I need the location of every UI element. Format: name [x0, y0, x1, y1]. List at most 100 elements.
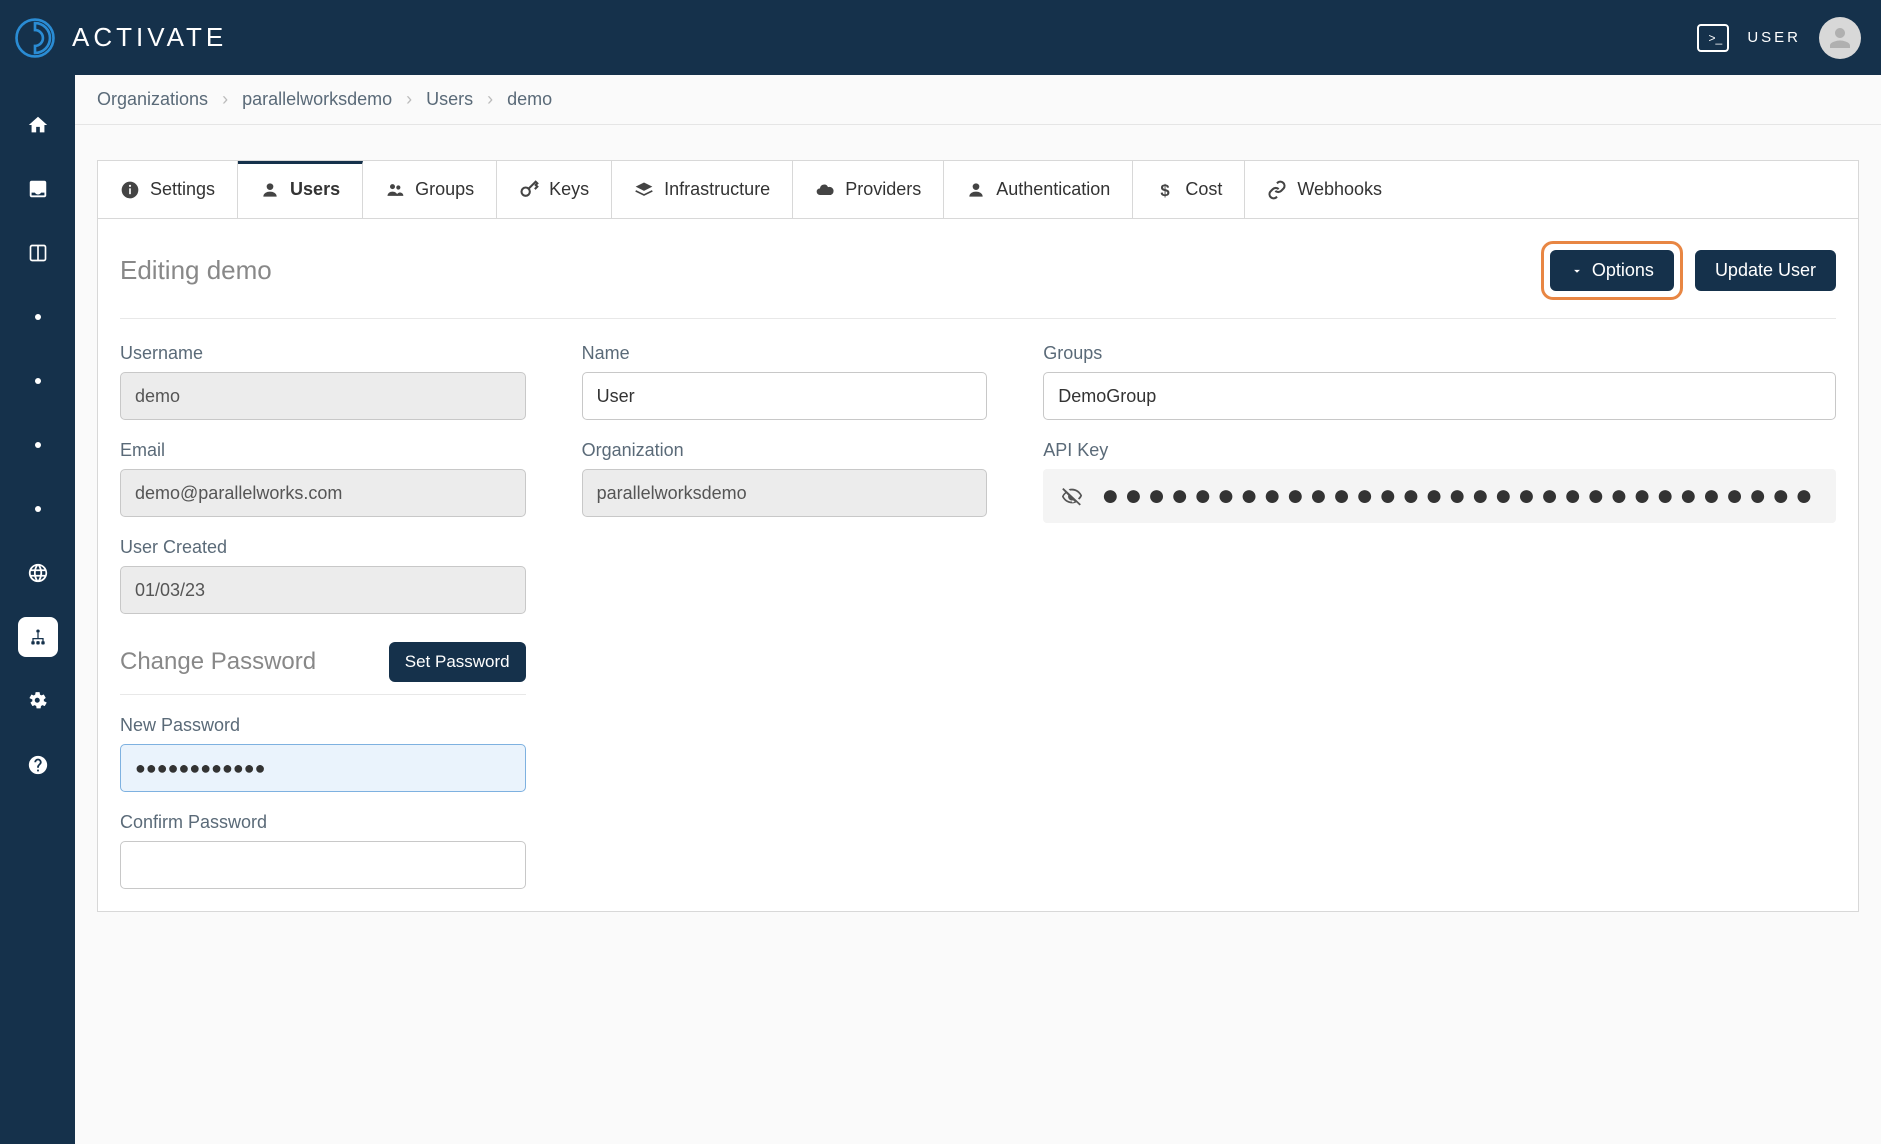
cloud-icon — [815, 180, 835, 200]
password-section-header: Change Password Set Password — [120, 642, 526, 695]
breadcrumb: Organizations › parallelworksdemo › User… — [75, 75, 1881, 125]
confirm-password-input[interactable] — [120, 841, 526, 889]
field-confirm-password: Confirm Password — [120, 812, 526, 889]
sidebar-inbox[interactable] — [18, 169, 58, 209]
field-email: Email — [120, 440, 526, 517]
tab-authentication[interactable]: Authentication — [944, 161, 1133, 218]
brand-logo-icon — [10, 13, 60, 63]
confirm-password-label: Confirm Password — [120, 812, 526, 833]
new-password-label: New Password — [120, 715, 526, 736]
form-col-3: Groups API Key ●●●●●●●●●●●●●●●●●●●●●●●●●… — [1043, 343, 1836, 889]
update-user-button[interactable]: Update User — [1695, 250, 1836, 291]
org-label: Organization — [582, 440, 988, 461]
email-label: Email — [120, 440, 526, 461]
tab-providers[interactable]: Providers — [793, 161, 944, 218]
chevron-down-icon — [1570, 264, 1584, 278]
breadcrumb-org-name[interactable]: parallelworksdemo — [242, 89, 392, 110]
tab-label: Authentication — [996, 179, 1110, 200]
auth-icon — [966, 180, 986, 200]
key-icon — [519, 180, 539, 200]
panel-header: Editing demo Options Update User — [120, 241, 1836, 319]
name-label: Name — [582, 343, 988, 364]
tab-label: Keys — [549, 179, 589, 200]
password-section-title: Change Password — [120, 648, 316, 676]
sidebar-panels[interactable] — [18, 233, 58, 273]
sidebar-home[interactable] — [18, 105, 58, 145]
options-button[interactable]: Options — [1550, 250, 1674, 291]
options-label: Options — [1592, 260, 1654, 281]
tab-bar: Settings Users Groups Keys Infrastructur… — [97, 160, 1859, 218]
user-avatar[interactable] — [1819, 17, 1861, 59]
tab-label: Settings — [150, 179, 215, 200]
tab-infrastructure[interactable]: Infrastructure — [612, 161, 793, 218]
sidebar-dot-1[interactable] — [18, 297, 58, 337]
tab-label: Groups — [415, 179, 474, 200]
breadcrumb-organizations[interactable]: Organizations — [97, 89, 208, 110]
tab-cost[interactable]: $ Cost — [1133, 161, 1245, 218]
sidebar-globe[interactable] — [18, 553, 58, 593]
created-input — [120, 566, 526, 614]
groups-input[interactable] — [1043, 372, 1836, 420]
app-header: ACTIVATE >_ USER — [0, 0, 1881, 75]
field-name: Name — [582, 343, 988, 420]
breadcrumb-users[interactable]: Users — [426, 89, 473, 110]
terminal-icon: >_ — [1708, 31, 1722, 45]
new-password-input[interactable] — [120, 744, 526, 792]
header-right: >_ USER — [1697, 17, 1861, 59]
groups-icon — [385, 180, 405, 200]
tab-label: Webhooks — [1297, 179, 1382, 200]
tab-label: Users — [290, 179, 340, 200]
set-password-label: Set Password — [405, 652, 510, 672]
form-grid: Username Email User Created Change — [120, 343, 1836, 889]
user-icon — [260, 180, 280, 200]
chevron-right-icon: › — [406, 89, 412, 110]
field-username: Username — [120, 343, 526, 420]
panel: Editing demo Options Update User — [97, 218, 1859, 912]
options-highlight: Options — [1541, 241, 1683, 300]
brand-name: ACTIVATE — [72, 22, 227, 53]
sidebar-org[interactable] — [18, 617, 58, 657]
name-input[interactable] — [582, 372, 988, 420]
tab-users[interactable]: Users — [238, 161, 363, 218]
sidebar-help[interactable] — [18, 745, 58, 785]
tab-groups[interactable]: Groups — [363, 161, 497, 218]
main-content: Organizations › parallelworksdemo › User… — [75, 75, 1881, 1144]
chevron-right-icon: › — [487, 89, 493, 110]
terminal-button[interactable]: >_ — [1697, 24, 1729, 52]
groups-label: Groups — [1043, 343, 1836, 364]
apikey-box: ●●●●●●●●●●●●●●●●●●●●●●●●●●●●●●● — [1043, 469, 1836, 523]
panel-title: Editing demo — [120, 255, 272, 286]
brand: ACTIVATE — [10, 13, 227, 63]
set-password-button[interactable]: Set Password — [389, 642, 526, 682]
panel-actions: Options Update User — [1541, 241, 1836, 300]
field-created: User Created — [120, 537, 526, 614]
sidebar-dot-4[interactable] — [18, 489, 58, 529]
username-label: Username — [120, 343, 526, 364]
created-label: User Created — [120, 537, 526, 558]
tab-keys[interactable]: Keys — [497, 161, 612, 218]
eye-off-icon[interactable] — [1061, 485, 1083, 507]
tab-label: Cost — [1185, 179, 1222, 200]
tab-label: Providers — [845, 179, 921, 200]
org-input — [582, 469, 988, 517]
layers-icon — [634, 180, 654, 200]
sidebar-dot-3[interactable] — [18, 425, 58, 465]
username-input — [120, 372, 526, 420]
email-input — [120, 469, 526, 517]
sidebar-settings[interactable] — [18, 681, 58, 721]
field-apikey: API Key ●●●●●●●●●●●●●●●●●●●●●●●●●●●●●●● — [1043, 440, 1836, 523]
sidebar-dot-2[interactable] — [18, 361, 58, 401]
field-groups: Groups — [1043, 343, 1836, 420]
info-icon — [120, 180, 140, 200]
breadcrumb-current[interactable]: demo — [507, 89, 552, 110]
tab-webhooks[interactable]: Webhooks — [1245, 161, 1404, 218]
user-label: USER — [1747, 29, 1801, 46]
chevron-right-icon: › — [222, 89, 228, 110]
apikey-masked: ●●●●●●●●●●●●●●●●●●●●●●●●●●●●●●● — [1101, 479, 1818, 513]
field-organization: Organization — [582, 440, 988, 517]
link-icon — [1267, 180, 1287, 200]
apikey-label: API Key — [1043, 440, 1836, 461]
tab-settings[interactable]: Settings — [98, 161, 238, 218]
form-col-2: Name Organization — [582, 343, 988, 889]
form-col-1: Username Email User Created Change — [120, 343, 526, 889]
